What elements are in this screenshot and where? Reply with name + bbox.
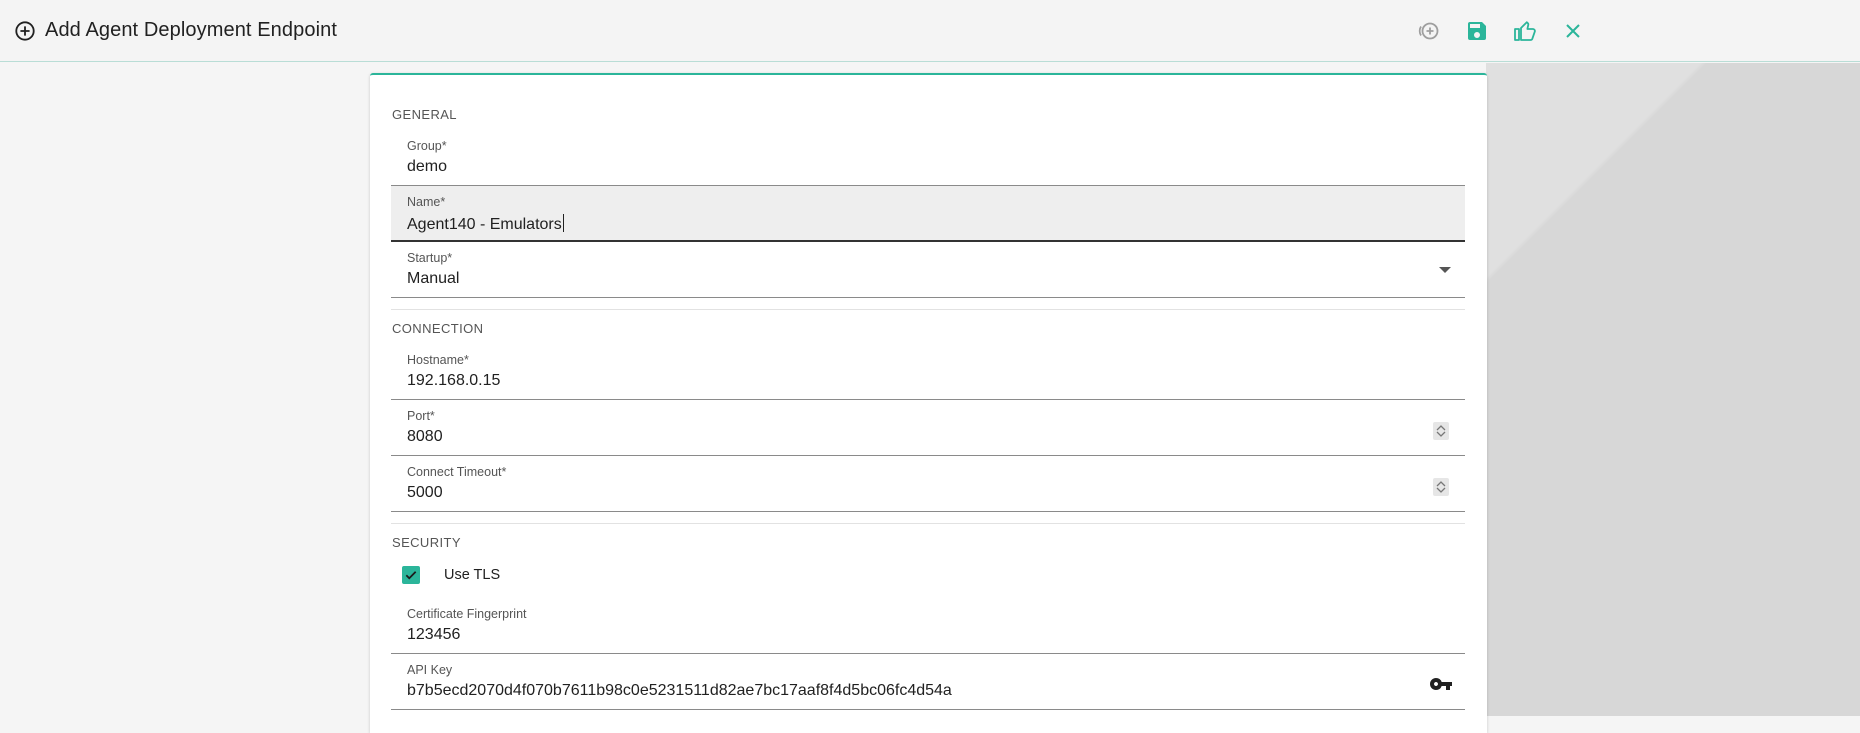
connect-timeout-label: Connect Timeout* [407,465,507,479]
thumb-up-icon [1514,21,1536,41]
api-key-label: API Key [407,663,453,677]
api-key-field[interactable]: API Key b7b5ecd2070d4f070b7611b98c0e5231… [391,654,1465,710]
use-tls-checkbox[interactable] [402,566,420,584]
checkmark-icon [405,571,417,580]
background-left [0,63,371,716]
chevron-down-icon [1436,487,1446,493]
chevron-up-icon [1436,481,1446,487]
approve-button[interactable] [1510,16,1540,46]
section-divider [391,309,1465,310]
startup-value: Manual [407,270,460,287]
name-field[interactable]: Name* Agent140 - Emulators [391,186,1465,242]
use-tls-label: Use TLS [444,567,501,583]
connect-timeout-value: 5000 [407,484,443,501]
group-label: Group* [407,139,447,153]
startup-label: Startup* [407,251,453,265]
connect-timeout-field[interactable]: Connect Timeout* 5000 [391,456,1465,512]
chevron-up-icon [1436,425,1446,431]
chevron-down-icon [1436,431,1446,437]
certificate-fingerprint-value: 123456 [407,626,461,643]
port-value: 8080 [407,428,443,445]
name-label: Name* [407,195,446,209]
add-circle-outline-icon [15,21,35,41]
section-divider [391,523,1465,524]
key-icon[interactable] [1429,672,1453,696]
close-icon [1566,24,1580,38]
use-tls-checkbox-row[interactable]: Use TLS [402,565,500,585]
port-stepper[interactable] [1433,422,1449,440]
certificate-fingerprint-field[interactable]: Certificate Fingerprint 123456 [391,598,1465,654]
section-title-general: GENERAL [392,107,457,122]
hostname-field[interactable]: Hostname* 192.168.0.15 [391,344,1465,400]
save-button[interactable] [1462,16,1492,46]
page-title: Add Agent Deployment Endpoint [45,19,337,41]
close-button[interactable] [1558,16,1588,46]
add-circle-plus-icon [1418,22,1439,40]
connect-timeout-stepper[interactable] [1433,478,1449,496]
save-icon [1468,22,1486,40]
background-right [1486,63,1860,716]
group-field[interactable]: Group* demo [391,130,1465,186]
name-value: Agent140 - Emulators [407,216,562,233]
section-title-connection: CONNECTION [392,321,484,336]
port-label: Port* [407,409,435,423]
dropdown-arrow-icon[interactable] [1439,267,1451,273]
port-field[interactable]: Port* 8080 [391,400,1465,456]
startup-select[interactable]: Startup* Manual [391,242,1465,298]
text-caret [562,214,564,232]
hostname-value: 192.168.0.15 [407,372,501,389]
dialog-header: Add Agent Deployment Endpoint [0,0,1860,62]
add-another-button[interactable] [1414,16,1444,46]
group-value: demo [407,158,448,175]
api-key-value: b7b5ecd2070d4f070b7611b98c0e5231511d82ae… [407,682,952,699]
hostname-label: Hostname* [407,353,469,367]
form-card: GENERAL Group* demo Name* Agent140 - Emu… [370,73,1487,733]
section-title-security: SECURITY [392,535,461,550]
name-value-wrap: Agent140 - Emulators [407,214,564,234]
certificate-fingerprint-label: Certificate Fingerprint [407,607,527,621]
